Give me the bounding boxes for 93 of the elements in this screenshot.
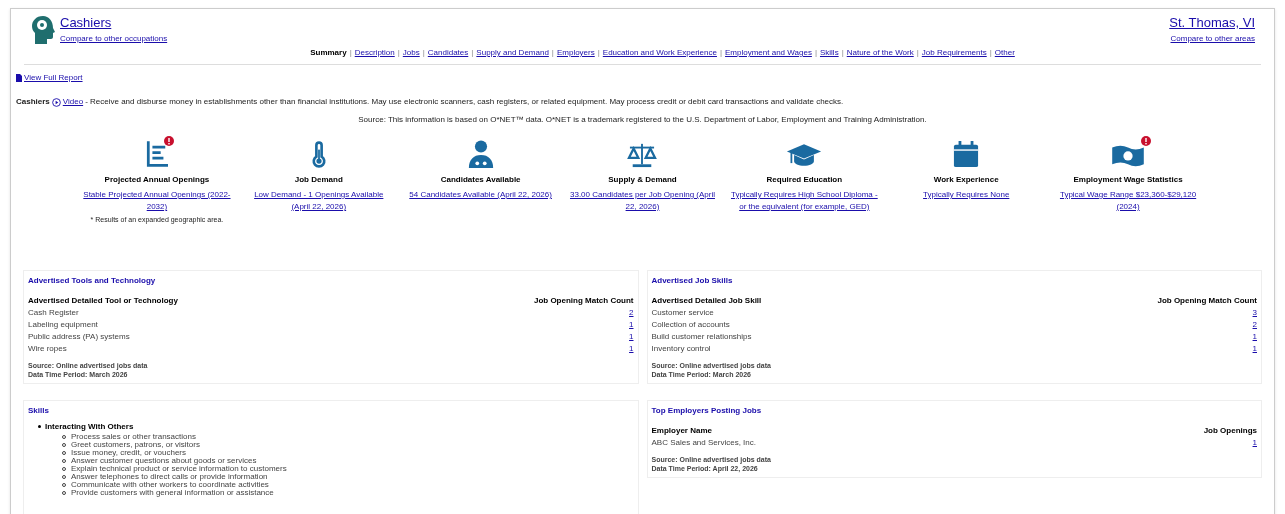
compare-areas-link[interactable]: Compare to other areas [1170,33,1255,45]
table-cell: Customer service [651,306,714,319]
column-header: Advertised Detailed Tool or Technology [28,294,178,307]
count-link[interactable]: 1 [1252,436,1257,449]
skill-item: Issue money, credit, or vouchers [71,448,186,457]
nav-tab[interactable]: Jobs [402,47,420,59]
nav-tab[interactable]: Nature of the Work [846,47,914,59]
nav-separator: | [989,47,992,59]
nav-tab[interactable]: Candidates [427,47,469,59]
nav-tab[interactable]: Other [994,47,1015,59]
doctor-icon [466,140,495,168]
skill-item: Communicate with other workers to coordinate activities [71,480,269,489]
column-header: Employer Name [651,424,712,437]
graduation-cap-icon [786,142,823,168]
nav-separator: | [349,47,352,59]
nav-separator: | [814,47,817,59]
skill-item: Process sales or other transactions [71,432,196,441]
count-link[interactable]: 2 [629,306,634,319]
bullet-icon [38,425,41,428]
nav-separator: | [397,47,400,59]
nav-separator: | [551,47,554,59]
skill-item: Answer customer questions about goods or services [71,456,257,465]
stat-title: Work Experience [933,174,999,186]
nav-separator: | [471,47,474,59]
source-note: Source: This information is based on O*NET™ data. O*NET is a trademark registered to the U.S. Department of Labor, Employment and Training Administration. [357,114,928,126]
table-cell: Collection of accounts [651,318,730,331]
thermometer-icon [311,140,326,168]
stat-title: Job Demand [294,174,343,186]
nav-separator: | [841,47,844,59]
description-text: - Receive and disburse money in establishments other than financial institutions. May use electronic scanners, cash registers, or related equipment. May process credit or debit card transactions and validate checks. [85,96,844,108]
count-link[interactable]: 3 [1252,306,1257,319]
nav-tab[interactable]: Employment and Wages [725,47,812,59]
play-icon [51,97,61,107]
scale-icon [627,142,658,168]
table-cell: Wire ropes [28,342,67,355]
table-cell: ABC Sales and Services, Inc. [651,436,756,449]
area-link[interactable]: St. Thomas, VI [1169,15,1255,31]
stat-link[interactable]: Typically Requires High School Diploma - or the equivalent (for example, GED) [729,189,880,213]
nav-tab[interactable]: Description [354,47,395,59]
stat-title: Required Education [766,174,843,186]
occupation-link[interactable]: Cashiers [60,15,168,31]
count-link[interactable]: 2 [1252,318,1257,331]
nav-separator: | [719,47,723,59]
nav-tab[interactable]: Education and Work Experience [602,47,717,59]
nav-separator: | [597,47,600,59]
stat-link[interactable]: Typical Wage Range $23,360-$29,120 (2024) [1053,189,1204,213]
nav-separator: | [916,47,919,59]
document-icon [16,74,22,82]
panel-title: Skills [28,404,50,417]
occupation-label: Cashiers [16,96,50,108]
nav-tab[interactable]: Skills [819,47,839,59]
stat-link[interactable]: Typically Requires None [923,189,1010,201]
stat-title: Projected Annual Openings [104,174,210,186]
column-header: Job Opening Match Count [533,294,634,307]
column-header: Job Openings [1203,424,1257,437]
column-header: Job Opening Match Count [1157,294,1257,307]
nav-tab[interactable]: Employers [556,47,595,59]
nav-separator: | [422,47,425,59]
stat-link[interactable]: 54 Candidates Available (April 22, 2026) [409,189,552,201]
count-link[interactable]: 1 [1252,342,1257,355]
skill-item: Greet customers, patrons, or visitors [71,440,200,449]
count-link[interactable]: 1 [629,318,634,331]
panel-title: Top Employers Posting Jobs [651,404,763,417]
bar-chart-icon [145,140,168,168]
count-link[interactable]: 1 [629,342,634,355]
stat-link[interactable]: Low Demand - 1 Openings Available (April 22, 2026) [243,189,394,213]
skill-item: Provide customers with general information or assistance [71,488,274,497]
count-link[interactable]: 1 [629,330,634,343]
calendar-icon [953,140,980,168]
skill-item: Answer telephones to direct calls or provide information [71,472,268,481]
stat-link[interactable]: 33.00 Candidates per Job Opening (April 22, 2026) [567,189,718,213]
stat-link[interactable]: Stable Projected Annual Openings (2022-2032) [81,189,232,213]
table-cell: Cash Register [28,306,79,319]
table-cell: Inventory control [651,342,711,355]
table-cell: Public address (PA) systems [28,330,130,343]
video-link[interactable]: Video [62,96,84,108]
table-cell: Build customer relationships [651,330,752,343]
head-gear-icon [30,15,56,45]
skill-item: Explain technical product or service information to customers [71,464,287,473]
column-header: Advertised Detailed Job Skill [651,294,762,307]
skill-group: Interacting With Others [45,420,134,433]
nav-tab[interactable]: Summary [310,47,347,59]
nav-tab[interactable]: Supply and Demand [476,47,549,59]
count-link[interactable]: 1 [1252,330,1257,343]
stat-title: Candidates Available [440,174,521,186]
nav-tab[interactable]: Job Requirements [921,47,987,59]
compare-occupations-link[interactable]: Compare to other occupations [60,33,168,45]
panel-title: Advertised Tools and Technology [28,274,157,287]
full-report-link[interactable]: View Full Report [24,72,83,84]
stat-title: Employment Wage Statistics [1073,174,1183,186]
stat-title: Supply & Demand [608,174,677,186]
panel-title: Advertised Job Skills [651,274,734,287]
table-cell: Labeling equipment [28,318,98,331]
